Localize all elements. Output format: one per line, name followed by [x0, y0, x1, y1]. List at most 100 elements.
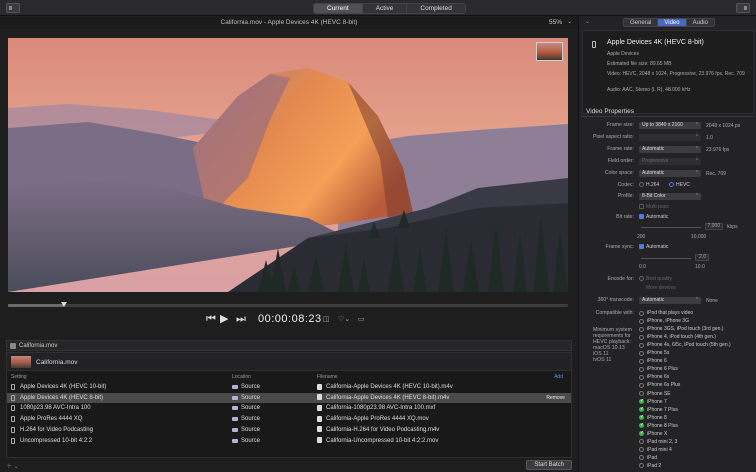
translate-popup[interactable]: Automatic	[639, 297, 701, 304]
row-location[interactable]: Source	[241, 405, 260, 411]
empty-circle-icon	[639, 374, 644, 380]
encode-more-devices-label: More devices	[646, 285, 676, 291]
frame-sync-min: 0.0	[639, 264, 646, 270]
tab-current[interactable]: Current	[314, 4, 363, 13]
bit-rate-field[interactable]: 7,000	[705, 223, 723, 230]
batch-file-header[interactable]: California.mov	[7, 353, 571, 371]
column-location[interactable]: Location	[232, 374, 251, 380]
chevron-down-icon[interactable]: ⌄	[567, 18, 572, 25]
frame-sync-slider[interactable]	[641, 258, 691, 259]
film-icon	[10, 343, 16, 349]
playhead-handle[interactable]	[61, 302, 67, 309]
frame-rate-value: 23.976 fps	[706, 147, 730, 153]
video-preview	[8, 38, 568, 292]
row-setting: 1080p23.98 AVC-Intra 100	[20, 405, 91, 412]
document-icon	[317, 415, 322, 422]
row-filename[interactable]: California-Uncompressed 10-bit 4:2:2.mov	[326, 438, 438, 444]
translate-label: 360° transcode:	[597, 297, 634, 303]
encode-best-quality-radio[interactable]	[639, 276, 644, 281]
empty-circle-icon	[639, 334, 644, 340]
scrubber-track[interactable]	[8, 304, 568, 307]
tab-active[interactable]: Active	[362, 4, 408, 13]
summary-video: Video: HEVC, 2048 x 1024, Progressive, 2…	[607, 71, 745, 77]
row-location[interactable]: Source	[241, 416, 260, 422]
frame-sync-field[interactable]: 2.0	[695, 254, 709, 261]
frame-sync-auto-label: Automatic	[646, 244, 669, 250]
bit-rate-auto-checkbox[interactable]	[639, 214, 644, 219]
codec-h264-radio[interactable]	[639, 182, 644, 187]
half-dome-landscape-image	[8, 38, 568, 292]
codec-hevc-label: HEVC	[676, 182, 690, 188]
previous-frame-icon[interactable]: ⏮	[206, 312, 216, 326]
batch-row[interactable]: 1080p23.98 AVC-Intra 100 Source California…	[7, 403, 571, 414]
frame-size-label: Frame size:	[606, 122, 634, 128]
tab-audio[interactable]: Audio	[686, 19, 714, 26]
video-properties-title: Video Properties	[586, 108, 634, 115]
device-name: iPhone 6	[647, 358, 667, 365]
add-remove-icons[interactable]: ＋ ⌄	[6, 461, 19, 470]
tab-video[interactable]: Video	[658, 19, 687, 26]
device-name: iPhone 4s, 6/5c, iPod touch (5th gen.)	[647, 342, 731, 349]
bit-rate-slider[interactable]	[641, 227, 701, 228]
row-filename[interactable]: California-1080p23.98 AVC-Intra 100.mxf	[326, 405, 435, 411]
zoom-level[interactable]: 55%	[549, 19, 562, 26]
batch-row[interactable]: Uncompressed 10-bit 4:2:2 Source Californi…	[7, 436, 571, 447]
device-name: iPhone 6s	[647, 374, 670, 381]
pixel-aspect-value: 1.0	[706, 135, 713, 141]
setting-summary: Apple Devices 4K (HEVC 8-bit) Apple Devi…	[582, 30, 754, 114]
pixel-aspect-popup[interactable]	[639, 134, 701, 141]
preview-thumbnail[interactable]	[536, 42, 563, 61]
start-batch-button[interactable]: Start Batch	[526, 460, 572, 470]
field-order-popup[interactable]: Progressive	[639, 158, 701, 165]
add-output-link[interactable]: Add	[554, 374, 563, 380]
row-filename[interactable]: California-Apple Devices 4K (HEVC 10-bit…	[326, 384, 453, 390]
timeline-scrubber[interactable]	[8, 302, 568, 308]
column-filename[interactable]: Filename	[317, 374, 338, 380]
display-options-icon[interactable]: ▭	[358, 315, 365, 323]
batch-row[interactable]: Apple ProRes 4444 XQ Source California-App…	[7, 414, 571, 425]
batch-row[interactable]: Apple Devices 4K (HEVC 10-bit) Source Cali…	[7, 382, 571, 393]
color-space-popup[interactable]: Automatic	[639, 170, 701, 177]
device-name: iPhone, iPhone 3G	[647, 318, 689, 325]
multi-pass-checkbox[interactable]	[639, 204, 644, 209]
checkmark-icon	[639, 430, 644, 437]
play-icon[interactable]: ▶	[220, 312, 228, 326]
device-name: iPhone 6 Plus	[647, 366, 678, 373]
source-header[interactable]: California.mov	[6, 340, 572, 351]
frame-size-popup[interactable]: Up to 3840 x 2160	[639, 122, 701, 129]
row-filename[interactable]: California-Apple ProRes 4444 XQ.mov	[326, 416, 429, 422]
sidebar-toggle-icon[interactable]	[6, 3, 20, 13]
split-view-icon[interactable]: ◫	[323, 315, 330, 323]
viewer-title: California.mov - Apple Devices 4K (HEVC …	[220, 19, 358, 26]
row-location[interactable]: Source	[241, 427, 260, 433]
bottom-bar: ＋ ⌄ Start Batch	[0, 459, 578, 472]
encode-for-label: Encode for:	[607, 276, 634, 282]
inspector-toggle-icon[interactable]	[736, 3, 750, 13]
device-name: iPhone 4, iPod touch (4th gen.)	[647, 334, 716, 341]
codec-hevc-radio[interactable]	[669, 182, 674, 187]
pixel-aspect-label: Pixel aspect ratio:	[593, 134, 634, 140]
tab-general[interactable]: General	[624, 19, 659, 26]
row-location[interactable]: Source	[241, 438, 260, 444]
row-location[interactable]: Source	[241, 395, 260, 401]
folder-icon	[232, 406, 238, 411]
batch-row[interactable]: Apple Devices 4K (HEVC 8-bit) Source Calif…	[7, 392, 571, 404]
batch-row[interactable]: H.264 for Video Podcasting Source Californ…	[7, 425, 571, 436]
empty-circle-icon	[639, 358, 644, 364]
frame-sync-auto-checkbox[interactable]	[639, 244, 644, 249]
divider	[582, 116, 754, 117]
column-setting[interactable]: Setting	[11, 374, 27, 380]
row-location[interactable]: Source	[241, 384, 260, 390]
tab-completed[interactable]: Completed	[407, 4, 465, 13]
chevron-down-icon[interactable]: ⌄	[585, 18, 590, 25]
row-filename[interactable]: California-H.264 for Video Podcasting.m4…	[326, 427, 439, 433]
frame-rate-popup[interactable]: Automatic	[639, 146, 701, 153]
folder-icon	[232, 417, 238, 422]
markers-icon[interactable]: ♡⌄	[338, 315, 350, 323]
profile-popup[interactable]: 8-Bit Color	[639, 193, 701, 200]
device-name: iPad 2	[647, 462, 662, 469]
remove-button[interactable]: Remove	[546, 395, 565, 401]
summary-category: Apple Devices	[607, 51, 639, 57]
next-frame-icon[interactable]: ⏭	[236, 312, 246, 326]
row-filename[interactable]: California-Apple Devices 4K (HEVC 8-bit)…	[326, 395, 449, 401]
